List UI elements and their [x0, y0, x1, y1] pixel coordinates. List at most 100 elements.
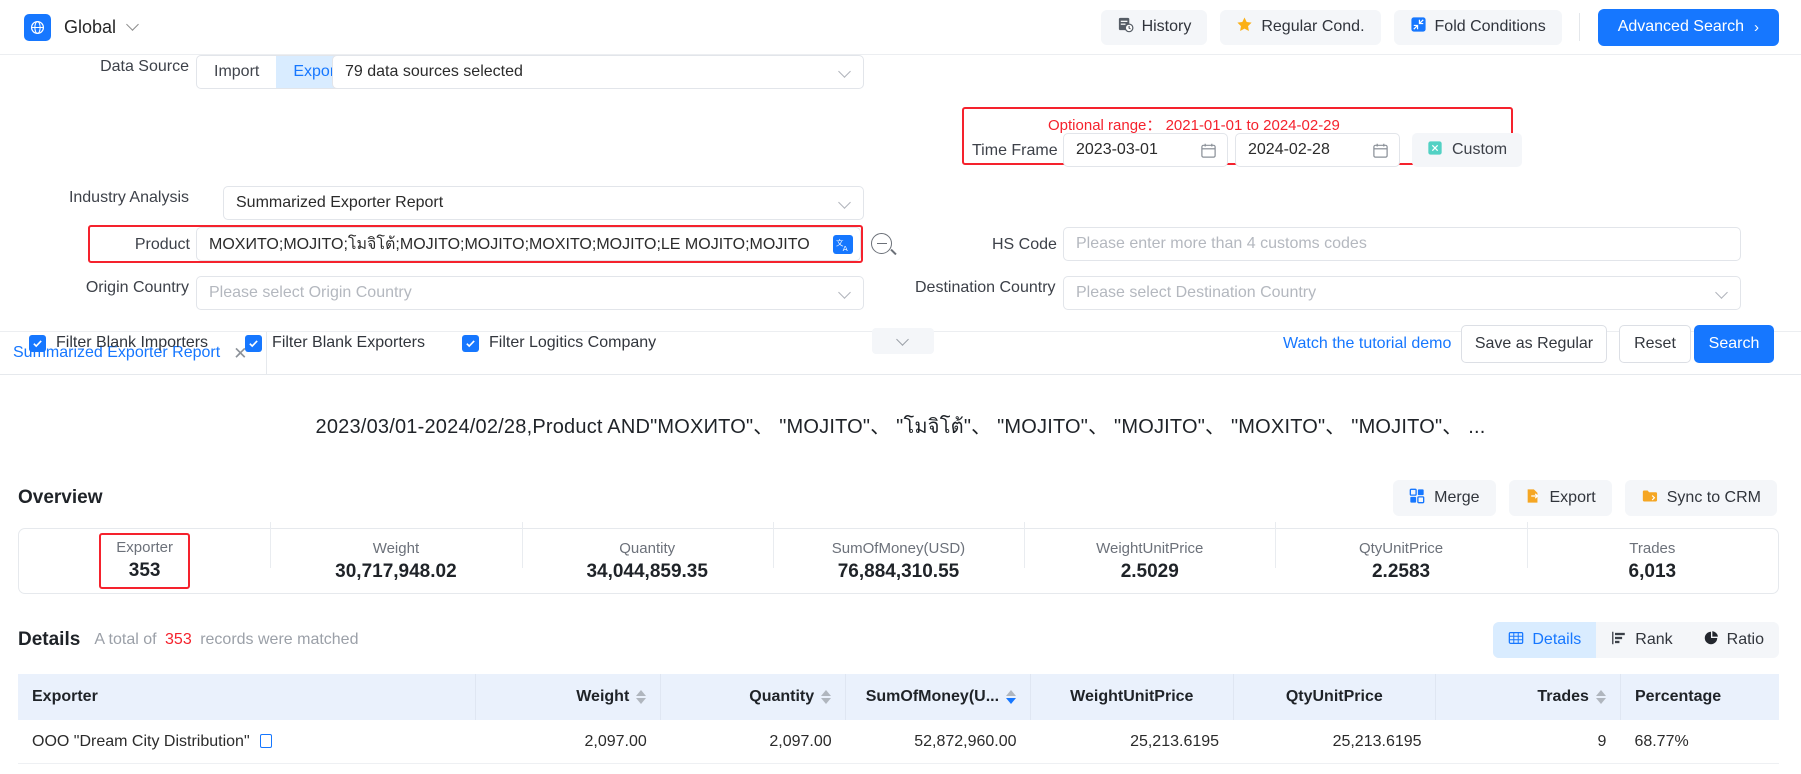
table-row[interactable]: OOO "Dream City Distribution" 2,097.00 2…: [18, 720, 1779, 764]
col-sum-of-money[interactable]: SumOfMoney(U...: [846, 674, 1031, 720]
save-as-regular-button[interactable]: Save as Regular: [1461, 325, 1607, 363]
rank-icon: [1611, 630, 1627, 651]
col-exporter[interactable]: Exporter: [18, 674, 476, 720]
calendar-icon[interactable]: [1200, 142, 1217, 164]
col-trades[interactable]: Trades: [1436, 674, 1621, 720]
magnifier-bar: [877, 243, 887, 245]
metric-trades: Trades 6,013: [1527, 540, 1778, 583]
origin-country-label: Origin Country: [66, 279, 189, 297]
sort-icon[interactable]: [821, 690, 831, 704]
tutorial-demo-link[interactable]: Watch the tutorial demo: [1283, 335, 1451, 353]
sort-icon[interactable]: [1596, 690, 1606, 704]
product-label: Product: [107, 236, 190, 254]
report-query-title: 2023/03/01-2024/02/28,Product AND"MOXИTO…: [0, 375, 1801, 442]
advanced-search-button[interactable]: Advanced Search ›: [1598, 9, 1779, 46]
hs-code-label: HS Code: [992, 236, 1057, 254]
metric-label: Quantity: [522, 540, 773, 557]
sync-to-crm-label: Sync to CRM: [1667, 489, 1761, 507]
cell-weight: 2,097.00: [476, 720, 661, 764]
col-percentage[interactable]: Percentage: [1620, 674, 1779, 720]
data-sources-select[interactable]: 79 data sources selected: [332, 55, 864, 89]
expand-filters-button[interactable]: [872, 328, 934, 354]
view-mode-details[interactable]: Details: [1493, 622, 1596, 658]
fold-icon: [1410, 16, 1427, 38]
view-mode-ratio[interactable]: Ratio: [1688, 622, 1779, 658]
search-magnifier-icon[interactable]: [871, 233, 892, 254]
time-frame-custom-button[interactable]: Custom: [1412, 133, 1522, 167]
segment-import[interactable]: Import: [197, 56, 276, 88]
time-frame-start-input[interactable]: 2023-03-01: [1063, 133, 1228, 167]
regular-cond-button[interactable]: Regular Cond.: [1220, 10, 1380, 45]
metric-qty-unit-price: QtyUnitPrice 2.2583: [1275, 540, 1526, 583]
sort-icon[interactable]: [636, 690, 646, 704]
chevron-down-icon: [1716, 287, 1728, 299]
time-frame-hint: Optional range： 2021-01-01 to 2024-02-29: [1048, 114, 1340, 135]
overview-header: Overview Merge Export Sync to CRM: [0, 442, 1801, 516]
checkbox-filter-blank-importers[interactable]: Filter Blank Importers: [29, 334, 208, 352]
details-title: Details: [18, 629, 80, 651]
chevron-down-icon[interactable]: [127, 19, 140, 32]
sync-to-crm-button[interactable]: Sync to CRM: [1625, 480, 1777, 516]
metric-value: 2.5029: [1024, 561, 1275, 583]
details-summary: A total of 353 records were matched: [94, 631, 358, 649]
history-button[interactable]: History: [1101, 10, 1208, 45]
table-header-row: Exporter Weight Quantity SumOfMoney(U...…: [18, 674, 1779, 720]
metric-value: 6,013: [1527, 561, 1778, 583]
col-label: Quantity: [749, 688, 814, 706]
fold-conditions-button[interactable]: Fold Conditions: [1394, 10, 1562, 45]
translate-icon[interactable]: 文A: [833, 235, 853, 254]
exporter-name: OOO "Dream City Distribution": [32, 733, 250, 750]
metric-label: QtyUnitPrice: [1275, 540, 1526, 557]
chevron-down-icon: [839, 66, 851, 78]
regular-cond-label: Regular Cond.: [1261, 18, 1364, 36]
region-label[interactable]: Global: [64, 17, 116, 38]
destination-country-placeholder: Please select Destination Country: [1076, 284, 1316, 302]
chevron-down-icon: [839, 197, 851, 209]
ratio-icon: [1703, 630, 1719, 651]
cell-trades: 9: [1436, 720, 1621, 764]
product-input[interactable]: MOXИTO;MOJITO;โมจิโต้;MOJITO;MOJITO;MOXI…: [196, 227, 861, 261]
col-qty-unit-price[interactable]: QtyUnitPrice: [1233, 674, 1436, 720]
view-mode-label: Ratio: [1727, 631, 1764, 649]
view-mode-rank[interactable]: Rank: [1596, 622, 1687, 658]
origin-country-select[interactable]: Please select Origin Country: [196, 276, 864, 310]
view-mode-label: Details: [1532, 631, 1581, 649]
origin-country-placeholder: Please select Origin Country: [209, 284, 412, 302]
col-quantity[interactable]: Quantity: [661, 674, 846, 720]
chevron-right-icon: ›: [1754, 19, 1759, 36]
search-button[interactable]: Search: [1694, 325, 1774, 363]
industry-analysis-select[interactable]: Summarized Exporter Report: [223, 186, 864, 220]
checkbox-label: Filter Blank Importers: [56, 334, 208, 352]
cell-percentage: 68.77%: [1620, 720, 1779, 764]
time-frame-end-input[interactable]: 2024-02-28: [1235, 133, 1400, 167]
hs-code-input[interactable]: Please enter more than 4 customs codes: [1063, 227, 1741, 261]
data-source-label: Data Source: [79, 58, 189, 76]
cell-exporter[interactable]: OOO "Dream City Distribution": [18, 720, 476, 764]
col-weight[interactable]: Weight: [476, 674, 661, 720]
copy-icon[interactable]: [260, 734, 272, 748]
sort-icon[interactable]: [1006, 690, 1016, 704]
checkbox-filter-logistics-company[interactable]: Filter Logitics Company: [462, 334, 656, 352]
destination-country-select[interactable]: Please select Destination Country: [1063, 276, 1741, 310]
advanced-search-label: Advanced Search: [1618, 18, 1744, 36]
hs-code-placeholder: Please enter more than 4 customs codes: [1076, 235, 1367, 253]
col-label: Weight: [576, 688, 629, 706]
cell-quantity: 2,097.00: [661, 720, 846, 764]
reset-button[interactable]: Reset: [1619, 325, 1691, 363]
col-label: QtyUnitPrice: [1286, 688, 1383, 706]
calendar-icon[interactable]: [1372, 142, 1389, 164]
toolbar-divider: [1579, 13, 1580, 41]
globe-icon: [24, 14, 51, 41]
metric-label: Trades: [1527, 540, 1778, 557]
merge-button[interactable]: Merge: [1393, 480, 1495, 516]
metric-value: 76,884,310.55: [773, 561, 1024, 583]
col-label: Trades: [1537, 688, 1589, 706]
view-mode-label: Rank: [1635, 631, 1672, 649]
export-button[interactable]: Export: [1509, 480, 1612, 516]
history-label: History: [1142, 18, 1192, 36]
custom-label: Custom: [1452, 141, 1507, 159]
data-sources-value: 79 data sources selected: [345, 63, 523, 81]
col-weight-unit-price[interactable]: WeightUnitPrice: [1031, 674, 1234, 720]
checkbox-filter-blank-exporters[interactable]: Filter Blank Exporters: [245, 334, 425, 352]
metric-value: 353: [116, 560, 173, 582]
